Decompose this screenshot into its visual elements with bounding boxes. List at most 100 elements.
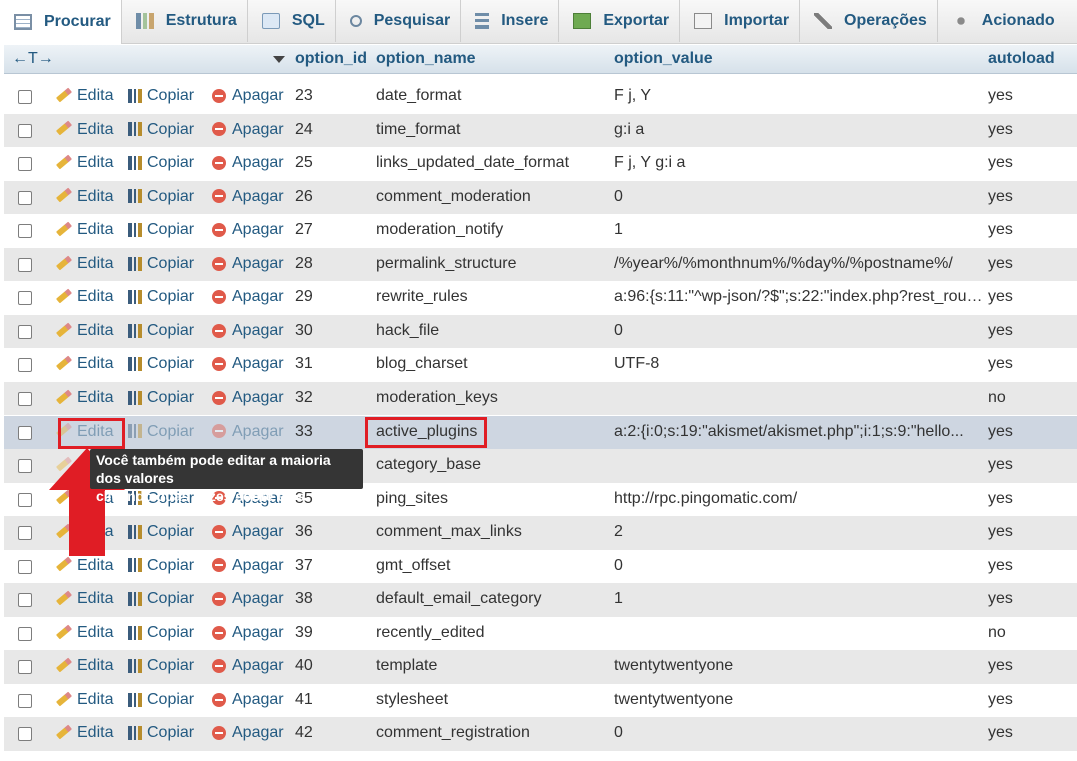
edit-link[interactable]: Edita (54, 255, 113, 273)
row-checkbox[interactable] (18, 593, 32, 608)
table-row[interactable]: Edita Copiar Apagar 26 comment_moderation 0 ye… (4, 180, 1077, 215)
table-row[interactable]: Edita Copiar Apagar 41 stylesheet twentytwent… (4, 683, 1077, 718)
copy-link[interactable]: Copiar (128, 322, 194, 340)
edit-link[interactable]: Edita (54, 288, 113, 306)
table-row[interactable]: Edita Copiar Apagar 28 permalink_structure /%… (4, 247, 1077, 282)
sort-arrow-icon[interactable] (273, 56, 285, 63)
table-row[interactable]: Edita Copiar Apagar 30 hack_file 0 yes (4, 314, 1077, 349)
header-option-value[interactable]: option_value (614, 50, 713, 68)
copy-link[interactable]: Copiar (128, 221, 194, 239)
tab-triggers[interactable]: Acionado (938, 0, 1065, 42)
edit-link[interactable]: Edita (54, 657, 113, 675)
row-checkbox[interactable] (18, 727, 32, 742)
row-checkbox[interactable] (18, 157, 32, 172)
edit-link[interactable]: Edita (54, 121, 113, 139)
delete-link[interactable]: Apagar (212, 590, 284, 608)
edit-link[interactable]: Edita (54, 724, 113, 742)
row-checkbox[interactable] (18, 291, 32, 306)
table-row[interactable]: Edita Copiar Apagar 40 template twentytwentyo… (4, 650, 1077, 684)
delete-link[interactable]: Apagar (212, 557, 284, 575)
tab-export[interactable]: Exportar (559, 0, 681, 42)
table-row[interactable]: Edita Copiar Apagar 29 rewrite_rules a:96:{s:… (4, 281, 1077, 315)
table-row[interactable]: Edita Copiar Apagar 31 blog_charset UTF-8 yes (4, 348, 1077, 382)
row-checkbox[interactable] (18, 190, 32, 205)
copy-link[interactable]: Copiar (128, 423, 194, 441)
tab-sql[interactable]: SQL (248, 0, 336, 42)
table-row[interactable]: Edita Copiar Apagar 42 comment_registration 0… (4, 717, 1077, 751)
edit-link[interactable]: Edita (54, 624, 113, 642)
copy-link[interactable]: Copiar (128, 154, 194, 172)
row-checkbox[interactable] (18, 459, 32, 474)
row-checkbox[interactable] (18, 626, 32, 641)
delete-link[interactable]: Apagar (212, 657, 284, 675)
edit-link[interactable]: Edita (54, 87, 113, 105)
delete-link[interactable]: Apagar (212, 221, 284, 239)
delete-link[interactable]: Apagar (212, 389, 284, 407)
table-row[interactable]: Edita Copiar Apagar 24 time_format g:i a yes (4, 113, 1077, 148)
edit-link[interactable]: Edita (54, 557, 113, 575)
copy-link[interactable]: Copiar (128, 188, 194, 206)
copy-link[interactable]: Copiar (128, 557, 194, 575)
row-checkbox[interactable] (18, 425, 32, 440)
copy-link[interactable]: Copiar (128, 724, 194, 742)
row-checkbox[interactable] (18, 324, 32, 339)
row-checkbox[interactable] (18, 123, 32, 138)
delete-link[interactable]: Apagar (212, 624, 284, 642)
row-checkbox[interactable] (18, 90, 32, 104)
delete-link[interactable]: Apagar (212, 322, 284, 340)
delete-link[interactable]: Apagar (212, 724, 284, 742)
row-checkbox[interactable] (18, 693, 32, 708)
header-option-name[interactable]: option_name (376, 50, 476, 68)
header-option-id[interactable]: option_id (295, 50, 367, 68)
copy-link[interactable]: Copiar (128, 691, 194, 709)
copy-link[interactable]: Copiar (128, 590, 194, 608)
tab-operations[interactable]: Operações (800, 0, 938, 42)
edit-link[interactable]: Edita (54, 322, 113, 340)
row-checkbox[interactable] (18, 358, 32, 373)
edit-link[interactable]: Edita (54, 188, 113, 206)
edit-link[interactable]: Edita (54, 154, 113, 172)
tab-browse[interactable]: Procurar (0, 0, 122, 44)
table-row[interactable]: Edita Copiar Apagar 25 links_updated_date_fo… (4, 147, 1077, 181)
row-checkbox[interactable] (18, 526, 32, 541)
edit-link[interactable]: Edita (54, 389, 113, 407)
copy-link[interactable]: Copiar (128, 389, 194, 407)
edit-link[interactable]: Edita (54, 355, 113, 373)
copy-link[interactable]: Copiar (128, 121, 194, 139)
row-checkbox[interactable] (18, 391, 32, 406)
tab-import[interactable]: Importar (680, 0, 801, 42)
row-checkbox[interactable] (18, 660, 32, 675)
delete-link[interactable]: Apagar (212, 255, 284, 273)
table-row[interactable]: Edita Copiar Apagar 32 moderation_keys no (4, 381, 1077, 416)
delete-link[interactable]: Apagar (212, 288, 284, 306)
table-row[interactable]: Edita Copiar Apagar 39 recently_edited no (4, 616, 1077, 651)
copy-link[interactable]: Copiar (128, 523, 194, 541)
column-arrows[interactable]: ←T→ (12, 50, 54, 68)
copy-link[interactable]: Copiar (128, 87, 194, 105)
table-row[interactable]: Edita Copiar Apagar 23 date_format F j, Y yes (4, 80, 1077, 114)
header-autoload[interactable]: autoload (988, 50, 1055, 68)
table-row[interactable]: Edita Copiar Apagar 33 active_plugins a:2:{i:… (4, 415, 1077, 449)
delete-link[interactable]: Apagar (212, 121, 284, 139)
row-checkbox[interactable] (18, 224, 32, 239)
delete-link[interactable]: Apagar (212, 691, 284, 709)
edit-link[interactable]: Edita (54, 590, 113, 608)
delete-link[interactable]: Apagar (212, 87, 284, 105)
copy-link[interactable]: Copiar (128, 288, 194, 306)
copy-link[interactable]: Copiar (128, 624, 194, 642)
table-row[interactable]: EditaCopiarApagar36comment_max_links2yes (4, 516, 1077, 550)
table-row[interactable]: Edita Copiar Apagar 38 default_email_categor… (4, 583, 1077, 617)
copy-link[interactable]: Copiar (128, 255, 194, 273)
tab-insert[interactable]: Insere (461, 0, 560, 42)
copy-link[interactable]: Copiar (128, 657, 194, 675)
row-checkbox[interactable] (18, 257, 32, 272)
tab-structure[interactable]: Estrutura (122, 0, 248, 42)
copy-link[interactable]: Copiar (128, 355, 194, 373)
delete-link[interactable]: Apagar (212, 188, 284, 206)
row-checkbox[interactable] (18, 492, 32, 507)
delete-link[interactable]: Apagar (212, 523, 284, 541)
table-row[interactable]: Edita Copiar Apagar 37 gmt_offset 0 yes (4, 549, 1077, 584)
table-row[interactable]: Edita Copiar Apagar 27 moderation_notify 1 yes (4, 214, 1077, 248)
delete-link[interactable]: Apagar (212, 355, 284, 373)
delete-link[interactable]: Apagar (212, 423, 284, 441)
